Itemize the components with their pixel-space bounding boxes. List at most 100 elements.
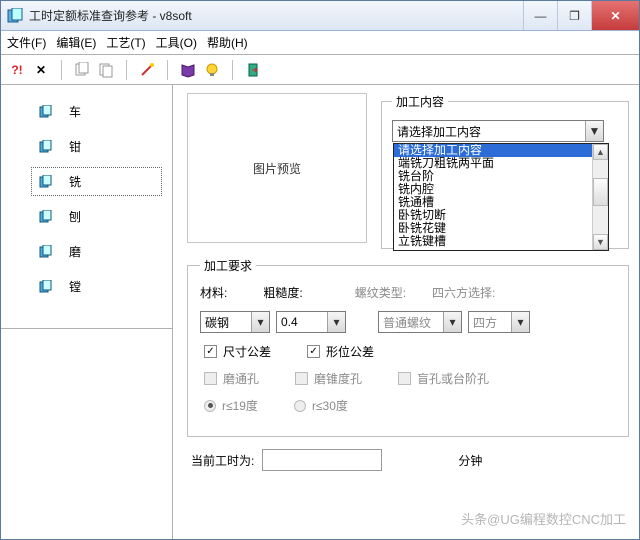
r30-radio: r≤30度 [294,397,348,414]
square-value: 四方 [469,314,511,331]
maximize-button[interactable]: ❐ [557,1,591,30]
dropdown-scrollbar[interactable]: ▲ ▼ [592,144,608,250]
checkbox-icon [398,372,411,385]
book-icon [39,105,53,119]
roughness-value: 0.4 [277,315,327,329]
sidebar-item-planer[interactable]: 刨 [1,202,172,231]
sidebar-item-boring[interactable]: 镗 [1,272,172,301]
bottom-row: 当前工时为: 分钟 [187,445,629,471]
thread-value: 普通螺纹 [379,314,443,331]
toolbar: ?! ✕ [1,55,639,85]
sidebar-item-lathe[interactable]: 车 [1,97,172,126]
r19-radio: r≤19度 [204,397,258,414]
content-area: 车 钳 铣 刨 磨 [1,85,639,539]
scroll-up-icon[interactable]: ▲ [593,144,608,160]
material-value: 碳钢 [201,314,251,331]
chevron-down-icon[interactable]: ▾ [251,312,269,332]
radio-label: r≤30度 [312,397,348,414]
chevron-down-icon[interactable]: ▾ [511,312,529,332]
menu-file[interactable]: 文件(F) [7,34,46,51]
book-icon[interactable] [178,60,198,80]
sidebar-item-label: 刨 [69,208,81,225]
chevron-down-icon[interactable]: ▼ [585,121,603,141]
book-icon [39,245,53,259]
chevron-down-icon[interactable]: ▾ [443,312,461,332]
scroll-down-icon[interactable]: ▼ [593,234,608,250]
radio-label: r≤19度 [222,397,258,414]
sidebar-item-label: 铣 [69,173,81,190]
menu-edit[interactable]: 编辑(E) [56,34,96,51]
checkbox-label: 磨锥度孔 [314,370,362,387]
current-time-input[interactable] [262,449,382,471]
checkbox-icon [295,372,308,385]
menu-help[interactable]: 帮助(H) [207,34,248,51]
main-panel: 图片预览 加工内容 请选择加工内容 ▼ 请选择加工内容 端铣刀粗铣两平面 铣台阶… [173,85,639,539]
exit-icon[interactable] [243,60,263,80]
radio-icon [204,400,216,412]
scroll-track[interactable] [593,160,608,234]
roughness-combo[interactable]: 0.4 ▾ [276,311,346,333]
thread-combo[interactable]: 普通螺纹 ▾ [378,311,462,333]
help-icon[interactable]: ?! [7,60,27,80]
scroll-thumb[interactable] [593,178,608,206]
wand-icon[interactable] [137,60,157,80]
paste-icon[interactable] [96,60,116,80]
menu-craft[interactable]: 工艺(T) [106,34,145,51]
geo-tolerance-checkbox[interactable]: ✓ 形位公差 [307,343,374,360]
sidebar-item-mill[interactable]: 铣 [31,167,162,196]
sidebar-item-label: 磨 [69,243,81,260]
square-combo[interactable]: 四方 ▾ [468,311,530,333]
process-fieldset: 加工内容 请选择加工内容 ▼ 请选择加工内容 端铣刀粗铣两平面 铣台阶 铣内腔 … [381,93,629,249]
dropdown-list[interactable]: 请选择加工内容 端铣刀粗铣两平面 铣台阶 铣内腔 铣通槽 卧铣切断 卧铣花键 立… [394,144,592,250]
process-combo[interactable]: 请选择加工内容 ▼ 请选择加工内容 端铣刀粗铣两平面 铣台阶 铣内腔 铣通槽 卧… [392,120,604,142]
radio-icon [294,400,306,412]
book-icon [39,210,53,224]
book-icon [39,140,53,154]
requirements-legend: 加工要求 [200,257,256,274]
sidebar-lower-pane [1,329,172,539]
process-combo-value: 请选择加工内容 [393,123,585,140]
material-combo[interactable]: 碳钢 ▾ [200,311,270,333]
material-label: 材料: [200,284,227,301]
menubar: 文件(F) 编辑(E) 工艺(T) 工具(O) 帮助(H) [1,31,639,55]
checkbox-label: 盲孔或台阶孔 [417,370,489,387]
book-icon [39,175,53,189]
size-tolerance-checkbox[interactable]: ✓ 尺寸公差 [204,343,271,360]
sidebar: 车 钳 铣 刨 磨 [1,85,173,539]
requirements-fieldset: 加工要求 材料: 粗糙度: 螺纹类型: 四六方选择: 碳钢 ▾ [187,257,629,437]
nav-list: 车 钳 铣 刨 磨 [1,85,172,329]
book-icon [39,280,53,294]
copy-icon[interactable] [72,60,92,80]
blind-step-checkbox: 盲孔或台阶孔 [398,370,489,387]
image-preview: 图片预览 [187,93,367,243]
process-dropdown: 请选择加工内容 端铣刀粗铣两平面 铣台阶 铣内腔 铣通槽 卧铣切断 卧铣花键 立… [393,143,609,251]
sidebar-item-fitter[interactable]: 钳 [1,132,172,161]
delete-icon[interactable]: ✕ [31,60,51,80]
checkbox-label: 尺寸公差 [223,343,271,360]
bulb-icon[interactable] [202,60,222,80]
chevron-down-icon[interactable]: ▾ [327,312,345,332]
sidebar-item-label: 车 [69,103,81,120]
grind-taper-checkbox: 磨锥度孔 [295,370,362,387]
dropdown-option[interactable]: 立铣键槽 [394,235,592,248]
checkbox-label: 形位公差 [326,343,374,360]
checkbox-icon: ✓ [307,345,320,358]
roughness-label: 粗糙度: [263,284,302,301]
menu-tools[interactable]: 工具(O) [156,34,197,51]
preview-label: 图片预览 [253,160,301,177]
window-title: 工时定额标准查询参考 - v8soft [29,7,523,24]
sidebar-item-grind[interactable]: 磨 [1,237,172,266]
square-label: 四六方选择: [432,284,495,301]
titlebar: 工时定额标准查询参考 - v8soft — ❐ ✕ [1,1,639,31]
sidebar-item-label: 钳 [69,138,81,155]
close-button[interactable]: ✕ [591,1,639,30]
checkbox-icon: ✓ [204,345,217,358]
checkbox-label: 磨通孔 [223,370,259,387]
minimize-button[interactable]: — [523,1,557,30]
sidebar-item-label: 镗 [69,278,81,295]
app-icon [7,8,23,24]
current-time-label: 当前工时为: [191,452,254,469]
minutes-label: 分钟 [458,452,482,469]
app-window: 工时定额标准查询参考 - v8soft — ❐ ✕ 文件(F) 编辑(E) 工艺… [0,0,640,540]
checkbox-icon [204,372,217,385]
